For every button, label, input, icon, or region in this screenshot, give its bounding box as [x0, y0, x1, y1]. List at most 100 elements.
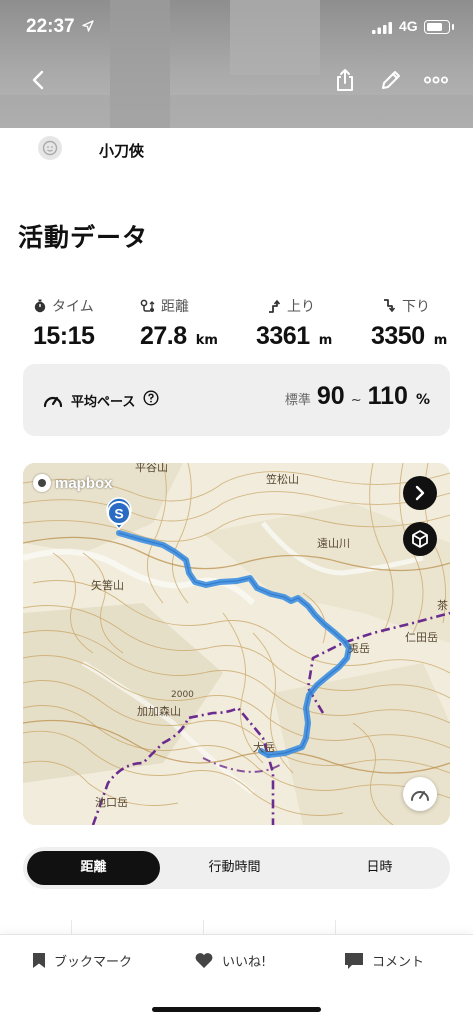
pace-max: 110	[367, 382, 408, 410]
speedometer-icon	[411, 791, 429, 801]
stat-value: 27.8	[140, 322, 187, 350]
edit-button[interactable]	[373, 62, 409, 98]
share-icon	[337, 69, 353, 91]
stat-value: 3361	[256, 322, 310, 350]
photo-blur-block	[0, 95, 473, 128]
topographic-map: S	[23, 463, 450, 825]
map-place-label: 矢筈山	[91, 579, 124, 592]
heart-icon	[195, 953, 213, 968]
mapbox-logo: mapbox	[33, 474, 113, 492]
descent-icon	[384, 299, 396, 313]
map-place-label: 加加森山	[137, 705, 181, 718]
map-pace-button[interactable]	[403, 777, 437, 811]
status-time: 22:37	[26, 16, 75, 37]
comment-icon	[345, 952, 363, 969]
chevron-right-icon	[415, 485, 425, 501]
map-place-label: 大岳	[253, 741, 275, 754]
stat-label-row: タイム	[33, 296, 151, 316]
pace-label-row: 平均ペース	[43, 390, 159, 410]
stat-descent: 下り 3350 m	[371, 296, 473, 351]
pace-standard-label: 標準	[284, 393, 311, 408]
pace-min: 90	[316, 382, 345, 410]
question-circle-icon	[143, 390, 159, 406]
bookmark-button[interactable]: ブックマーク	[32, 951, 132, 970]
stat-label: 下り	[402, 299, 430, 315]
chevron-left-icon	[32, 70, 44, 90]
back-button[interactable]	[20, 62, 56, 98]
pace-label: 平均ペース	[71, 394, 136, 410]
stat-label-row: 下り	[371, 296, 473, 316]
signal-bars-icon	[372, 22, 392, 34]
cube-3d-icon	[412, 530, 428, 548]
stat-value-row: 3350 m	[371, 322, 473, 351]
battery-level	[427, 23, 442, 31]
map-place-label: 茶	[437, 599, 448, 612]
divider	[203, 920, 204, 934]
map-place-label: 平谷山	[135, 463, 168, 474]
map-place-label: 池口岳	[95, 796, 128, 809]
stat-value-row: 27.8 km	[140, 322, 258, 351]
speedometer-icon	[43, 396, 63, 408]
section-title: 活動データ	[18, 223, 149, 252]
map-place-label: 兎岳	[348, 642, 370, 655]
pace-unit: %	[415, 392, 430, 408]
segment-distance[interactable]: 距離	[27, 851, 160, 885]
stat-value: 3350	[371, 322, 425, 350]
stat-time: タイム 15:15	[33, 296, 151, 351]
bookmark-icon	[33, 953, 45, 968]
mapbox-logo-icon	[33, 474, 51, 492]
stat-unit: km	[195, 333, 218, 348]
mapbox-logo-text: mapbox	[55, 474, 113, 492]
more-button[interactable]	[418, 62, 454, 98]
map-place-label: 笠松山	[266, 473, 299, 486]
pace-separator: ~	[350, 393, 362, 408]
location-arrow-icon	[82, 20, 94, 32]
stat-unit: m	[318, 333, 333, 348]
battery-icon	[424, 20, 454, 34]
stat-label-row: 距離	[140, 296, 258, 316]
route-icon	[140, 299, 155, 312]
map-expand-button[interactable]	[403, 476, 437, 510]
share-button[interactable]	[327, 62, 363, 98]
more-horizontal-icon	[424, 76, 448, 84]
status-bar: 22:37 4G	[0, 0, 473, 56]
bookmark-label: ブックマーク	[54, 955, 133, 970]
stat-ascent: 上り 3361 m	[256, 296, 374, 351]
stopwatch-icon	[34, 299, 46, 313]
map-place-label: 遠山川	[317, 537, 350, 550]
average-pace-card: 平均ペース 標準 90 ~ 110 %	[23, 364, 450, 436]
stat-value-row: 3361 m	[256, 322, 374, 351]
stat-unit: m	[433, 333, 448, 348]
network-type: 4G	[399, 18, 418, 34]
map-place-label: 仁田岳	[405, 631, 438, 644]
user-name[interactable]: 小刀俠	[99, 140, 144, 161]
map-elevation-label: 2000	[171, 690, 194, 700]
divider	[335, 920, 336, 934]
pace-range: 標準 90 ~ 110 %	[285, 382, 430, 411]
like-label: いいね!	[222, 955, 267, 970]
comment-button[interactable]: コメント	[344, 951, 424, 970]
stat-value-row: 15:15	[33, 322, 151, 351]
stat-label: 距離	[161, 299, 189, 315]
stat-label-row: 上り	[256, 296, 374, 316]
like-button[interactable]: いいね!	[194, 951, 266, 970]
avatar[interactable]	[38, 136, 62, 160]
home-indicator[interactable]	[152, 1007, 321, 1012]
stat-label: 上り	[287, 299, 315, 315]
stat-value: 15:15	[33, 322, 95, 350]
map-3d-button[interactable]	[403, 522, 437, 556]
user-avatar-icon	[42, 140, 58, 156]
stat-distance: 距離 27.8 km	[140, 296, 258, 351]
help-button[interactable]	[143, 390, 159, 410]
stat-label: タイム	[52, 299, 94, 315]
pencil-icon	[382, 71, 400, 89]
segment-moving-time[interactable]: 行動時間	[168, 851, 301, 885]
graph-segmented-control: 距離 行動時間 日時	[23, 847, 450, 889]
segment-datetime[interactable]: 日時	[313, 851, 446, 885]
header-photo-area: 22:37 4G	[0, 0, 473, 128]
ascent-icon	[269, 299, 281, 313]
divider	[71, 920, 72, 934]
start-marker-label: S	[114, 506, 123, 522]
route-map[interactable]: S 平谷山 笠松山 遠山川 矢筈山 兎岳 仁田岳 茶 加加森山 大岳 池口岳 2…	[23, 463, 450, 825]
comment-label: コメント	[372, 955, 425, 970]
